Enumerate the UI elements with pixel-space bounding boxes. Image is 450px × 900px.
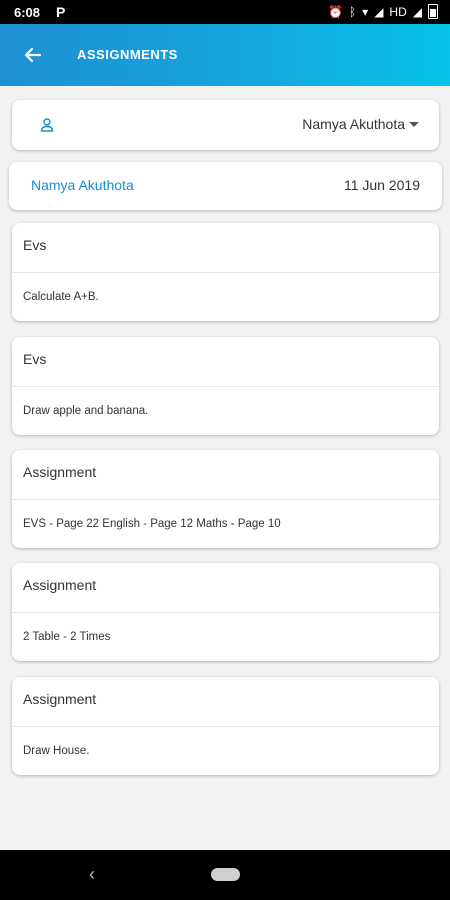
student-selector[interactable]: Namya Akuthota (12, 100, 439, 150)
status-bar: 6:08 P ⏰ ᛒ ▾ ◢ HD ◢ (0, 0, 450, 24)
person-icon (40, 118, 54, 132)
assignment-card[interactable]: Evs Draw apple and banana. (12, 337, 439, 435)
alarm-icon: ⏰ (328, 4, 343, 19)
status-time: 6:08 (14, 5, 41, 20)
nav-home-pill[interactable] (211, 868, 240, 881)
nav-back-icon[interactable]: ‹ (89, 864, 95, 885)
chevron-down-icon (409, 122, 419, 127)
back-arrow-icon[interactable] (18, 40, 48, 70)
signal-icon: ◢ (374, 4, 384, 19)
assignment-date: 11 Jun 2019 (343, 177, 420, 193)
assignment-title: Evs (23, 237, 47, 253)
page-title: ASSIGNMENTS (77, 47, 178, 62)
assignment-header: Assignment (12, 450, 439, 500)
assignment-card[interactable]: Evs Calculate A+B. (12, 223, 439, 321)
assignment-card[interactable]: Assignment Draw House. (12, 677, 439, 775)
status-icons: ⏰ ᛒ ▾ ◢ HD ◢ (328, 4, 438, 19)
signal-icon-2: ◢ (412, 4, 422, 19)
assignment-header: Evs (12, 337, 439, 387)
network-label: HD (389, 4, 407, 19)
assignment-header: Evs (12, 223, 439, 273)
assignment-title: Evs (23, 351, 47, 367)
assignment-description: Draw apple and banana. (23, 405, 149, 417)
student-info-card: Namya Akuthota 11 Jun 2019 (9, 162, 442, 210)
wifi-icon: ▾ (362, 4, 369, 19)
assignment-card[interactable]: Assignment 2 Table - 2 Times (12, 563, 439, 661)
assignment-title: Assignment (23, 464, 97, 480)
system-nav-bar: ‹ (0, 850, 450, 900)
pandora-icon: P (56, 4, 66, 20)
assignment-description: 2 Table - 2 Times (23, 631, 111, 643)
assignment-title: Assignment (23, 577, 97, 593)
assignment-description: Calculate A+B. (23, 291, 99, 303)
app-bar: ASSIGNMENTS (0, 24, 450, 86)
assignment-card[interactable]: Assignment EVS - Page 22 English - Page … (12, 450, 439, 548)
student-name: Namya Akuthota (31, 177, 134, 193)
assignment-header: Assignment (12, 677, 439, 727)
assignment-header: Assignment (12, 563, 439, 613)
assignment-description: Draw House. (23, 745, 90, 757)
bluetooth-icon: ᛒ (348, 4, 357, 19)
assignment-description: EVS - Page 22 English - Page 12 Maths - … (23, 518, 281, 530)
assignment-title: Assignment (23, 691, 97, 707)
selected-student: Namya Akuthota (302, 116, 405, 132)
battery-icon (428, 4, 438, 19)
